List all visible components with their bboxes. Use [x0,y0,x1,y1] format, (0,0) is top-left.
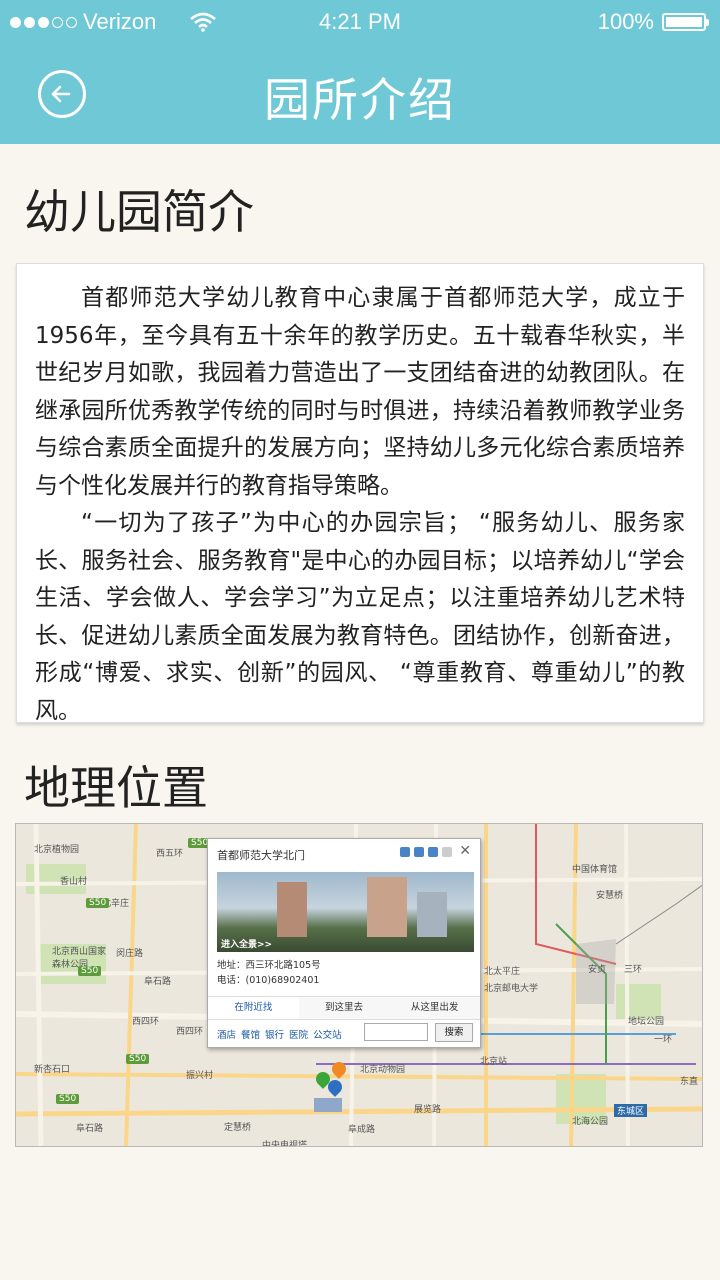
address-value: 西三环北路105号 [245,960,321,971]
chevron-down-icon[interactable] [442,847,452,857]
map-label: 西四环 [132,1017,160,1027]
status-bar: Verizon 4:21 PM 100% [0,0,720,44]
map-label: 东城区 [614,1104,648,1117]
location-heading: 地理位置 [24,761,208,815]
road-tag: S50 [86,898,110,908]
close-icon[interactable]: ✕ [459,843,471,859]
road-tag: S50 [56,1094,80,1104]
battery-icon [662,13,709,31]
link-bus-stop[interactable]: 公交站 [313,1027,342,1041]
popup-title: 首都师范大学北门 [217,849,305,862]
page-title: 园所介绍 [264,73,456,127]
link-hotel[interactable]: 酒店 [217,1027,236,1041]
battery-status: 100% [597,9,709,35]
tab-start-here[interactable]: 从这里出发 [389,997,480,1019]
popup-tabs: 在附近找 到这里去 从这里出发 [208,996,480,1020]
map-label: 展览路 [414,1105,442,1115]
map-label: 北京站 [480,1057,508,1067]
map-label: 定慧桥 [224,1123,252,1133]
star-icon[interactable] [400,847,410,857]
intro-card: 首都师范大学幼儿教育中心隶属于首都师范大学，成立于1956年，至今具有五十余年的… [16,263,704,724]
intro-paragraph: “一切为了孩子”为中心的办园宗旨； “服务幼儿、服务家长、服务社会、服务教育"是… [35,510,685,724]
map-label: 北京植物园 [34,845,80,855]
map-label: 北太平庄 [484,967,521,977]
map-label: 一环 [654,1035,673,1045]
map-label: 阜石路 [76,1124,104,1134]
map-label: 新杏石口 [34,1065,71,1075]
search-button[interactable]: 搜索 [435,1023,473,1042]
nearby-links: 酒店 餐馆 银行 医院 公交站 [217,1027,342,1041]
map-label: 北京邮电大学 [484,984,539,994]
popup-info: 地址：西三环北路105号 电话：(010)68902401 [217,958,321,988]
panorama-link[interactable]: 进入全景>> [221,937,272,950]
map-label: 西五环 [156,849,184,859]
map-label: 三环 [624,965,643,975]
map-label: 北海公园 [572,1117,609,1127]
map-label: 香山村 [60,877,88,887]
map-info-popup: 首都师范大学北门 ✕ 进入全景>> 地址：西三环北路105号 电话：(010)6… [207,838,481,1048]
phone-value: (010)68902401 [245,975,320,986]
map-label: 阜成路 [348,1125,376,1135]
top-bar: Verizon 4:21 PM 100% 园所介绍 [0,0,720,144]
map-label: 安贞 [588,965,607,975]
edit-icon[interactable] [428,847,438,857]
map-label: 东直 [680,1077,699,1087]
intro-heading: 幼儿园简介 [24,185,254,239]
link-restaurant[interactable]: 餐馆 [241,1027,260,1041]
map-label: 振兴村 [186,1071,214,1081]
map-label: 阜石路 [144,977,172,987]
map-label: 闵庄路 [116,949,144,959]
phone-label: 电话： [217,975,246,986]
nearby-search-input[interactable] [364,1023,428,1041]
popup-tools [400,847,452,857]
map-label: 北京动物园 [360,1065,406,1075]
map-label: 安慧桥 [596,891,624,901]
phone-icon[interactable] [414,847,424,857]
panorama-photo[interactable]: 进入全景>> [217,872,474,952]
address-label: 地址： [217,960,246,971]
tab-nearby[interactable]: 在附近找 [208,997,299,1019]
map-label: 中国体育馆 [572,865,618,875]
intro-paragraph: 首都师范大学幼儿教育中心隶属于首都师范大学，成立于1956年，至今具有五十余年的… [35,285,685,499]
link-bank[interactable]: 银行 [265,1027,284,1041]
battery-percent: 100% [597,9,654,34]
link-hospital[interactable]: 医院 [289,1027,308,1041]
location-map[interactable]: 北京植物园 香山村 北辛庄 北京西山国家森林公园 闵庄路 阜石路 西四环 西四环… [15,823,703,1147]
map-label: 西四环 [176,1027,204,1037]
map-label: 中央电视塔 [262,1141,308,1147]
road-tag: S50 [78,966,102,976]
road-tag: S50 [126,1054,150,1064]
map-label: 地坛公园 [628,1017,665,1027]
tab-go-here[interactable]: 到这里去 [299,997,390,1019]
